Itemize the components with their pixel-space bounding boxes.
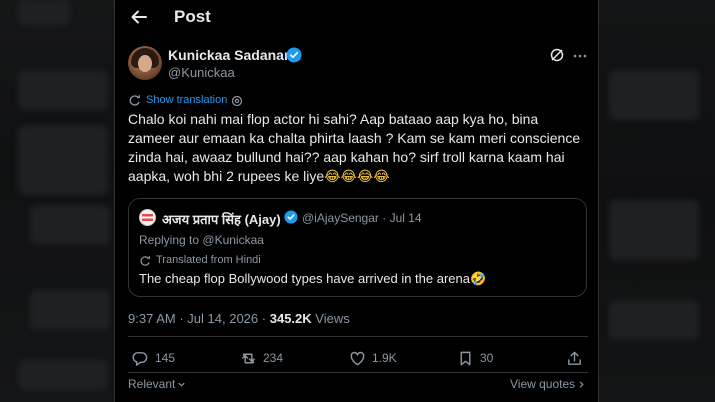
- like-icon: [350, 351, 365, 365]
- translate-icon: [139, 254, 151, 266]
- like-button[interactable]: 1.9K: [349, 349, 397, 367]
- reply-count: 145: [155, 351, 176, 365]
- view-quotes-label: View quotes: [510, 377, 576, 391]
- quoted-post-text: The cheap flop Bollywood types have arri…: [139, 271, 486, 287]
- quoted-post-body: The cheap flop Bollywood types have arri…: [139, 271, 470, 286]
- post-time[interactable]: 9:37 AM: [128, 311, 176, 326]
- post-panel: Post Kunickaa Sadanand @Kunickaa Show tr…: [114, 0, 599, 402]
- views-label: Views: [315, 311, 350, 326]
- repost-count: 234: [263, 351, 284, 365]
- verified-badge-icon: [284, 210, 298, 224]
- post-date[interactable]: Jul 14, 2026: [187, 311, 258, 326]
- chevron-down-icon: [178, 382, 185, 387]
- divider: [128, 372, 588, 373]
- quoted-author-name: अजय प्रताप सिंह (Ajay): [162, 212, 281, 227]
- quoted-author-meta: @iAjaySengar · Jul 14: [302, 211, 422, 225]
- separator-dot: ·: [382, 211, 387, 225]
- reply-icon: [132, 351, 148, 366]
- back-arrow-icon[interactable]: [129, 7, 149, 27]
- background-right: [599, 0, 715, 402]
- share-icon: [568, 351, 581, 365]
- show-translation-link[interactable]: Show translation: [146, 94, 227, 106]
- top-bar: Post: [115, 0, 598, 34]
- quoted-post-card[interactable]: अजय प्रताप सिंह (Ajay) @iAjaySengar · Ju…: [128, 198, 587, 297]
- gear-icon[interactable]: [231, 94, 243, 107]
- post-meta: 9:37 AM · Jul 14, 2026 · 345.2K Views: [128, 311, 350, 326]
- grok-icon[interactable]: [549, 47, 565, 63]
- replying-prefix: Replying to: [139, 233, 200, 247]
- bookmark-count: 30: [480, 351, 494, 365]
- translated-label: Translated from Hindi: [156, 254, 261, 266]
- author-name[interactable]: Kunickaa Sadanand: [168, 47, 301, 63]
- chevron-right-icon: [579, 381, 584, 388]
- separator-dot: ·: [261, 311, 267, 326]
- views-count: 345.2K: [269, 311, 312, 326]
- tweet-emojis: 😂😂😂😂: [324, 169, 390, 185]
- sort-dropdown[interactable]: Relevant: [128, 377, 186, 391]
- background-left: [0, 0, 114, 402]
- author-handle[interactable]: @Kunickaa: [168, 65, 235, 80]
- like-count: 1.9K: [372, 351, 397, 365]
- view-quotes-link[interactable]: View quotes: [510, 377, 586, 391]
- divider: [128, 336, 588, 337]
- reply-button[interactable]: 145: [132, 349, 175, 367]
- separator-dot: ·: [179, 311, 184, 326]
- bookmark-icon: [460, 351, 471, 365]
- translate-icon: [128, 94, 141, 107]
- repost-button[interactable]: 234: [240, 349, 283, 367]
- sort-label: Relevant: [128, 377, 176, 391]
- share-button[interactable]: [566, 349, 583, 367]
- page-title: Post: [174, 7, 211, 26]
- repost-icon: [242, 353, 255, 363]
- replying-to-handle[interactable]: @Kunickaa: [202, 233, 264, 247]
- more-icon[interactable]: [572, 48, 588, 64]
- quoted-post-emoji: 🤣: [469, 272, 487, 287]
- quoted-author-handle: @iAjaySengar: [302, 211, 379, 225]
- tweet-text: Chalo koi nahi mai flop actor hi sahi? A…: [128, 110, 588, 187]
- bookmark-button[interactable]: 30: [457, 349, 493, 367]
- quoted-author-avatar: [139, 209, 156, 226]
- replying-to: Replying to @Kunickaa: [139, 233, 264, 247]
- verified-badge-icon: [286, 47, 302, 63]
- quoted-post-date: Jul 14: [389, 211, 422, 225]
- author-avatar[interactable]: [128, 46, 162, 80]
